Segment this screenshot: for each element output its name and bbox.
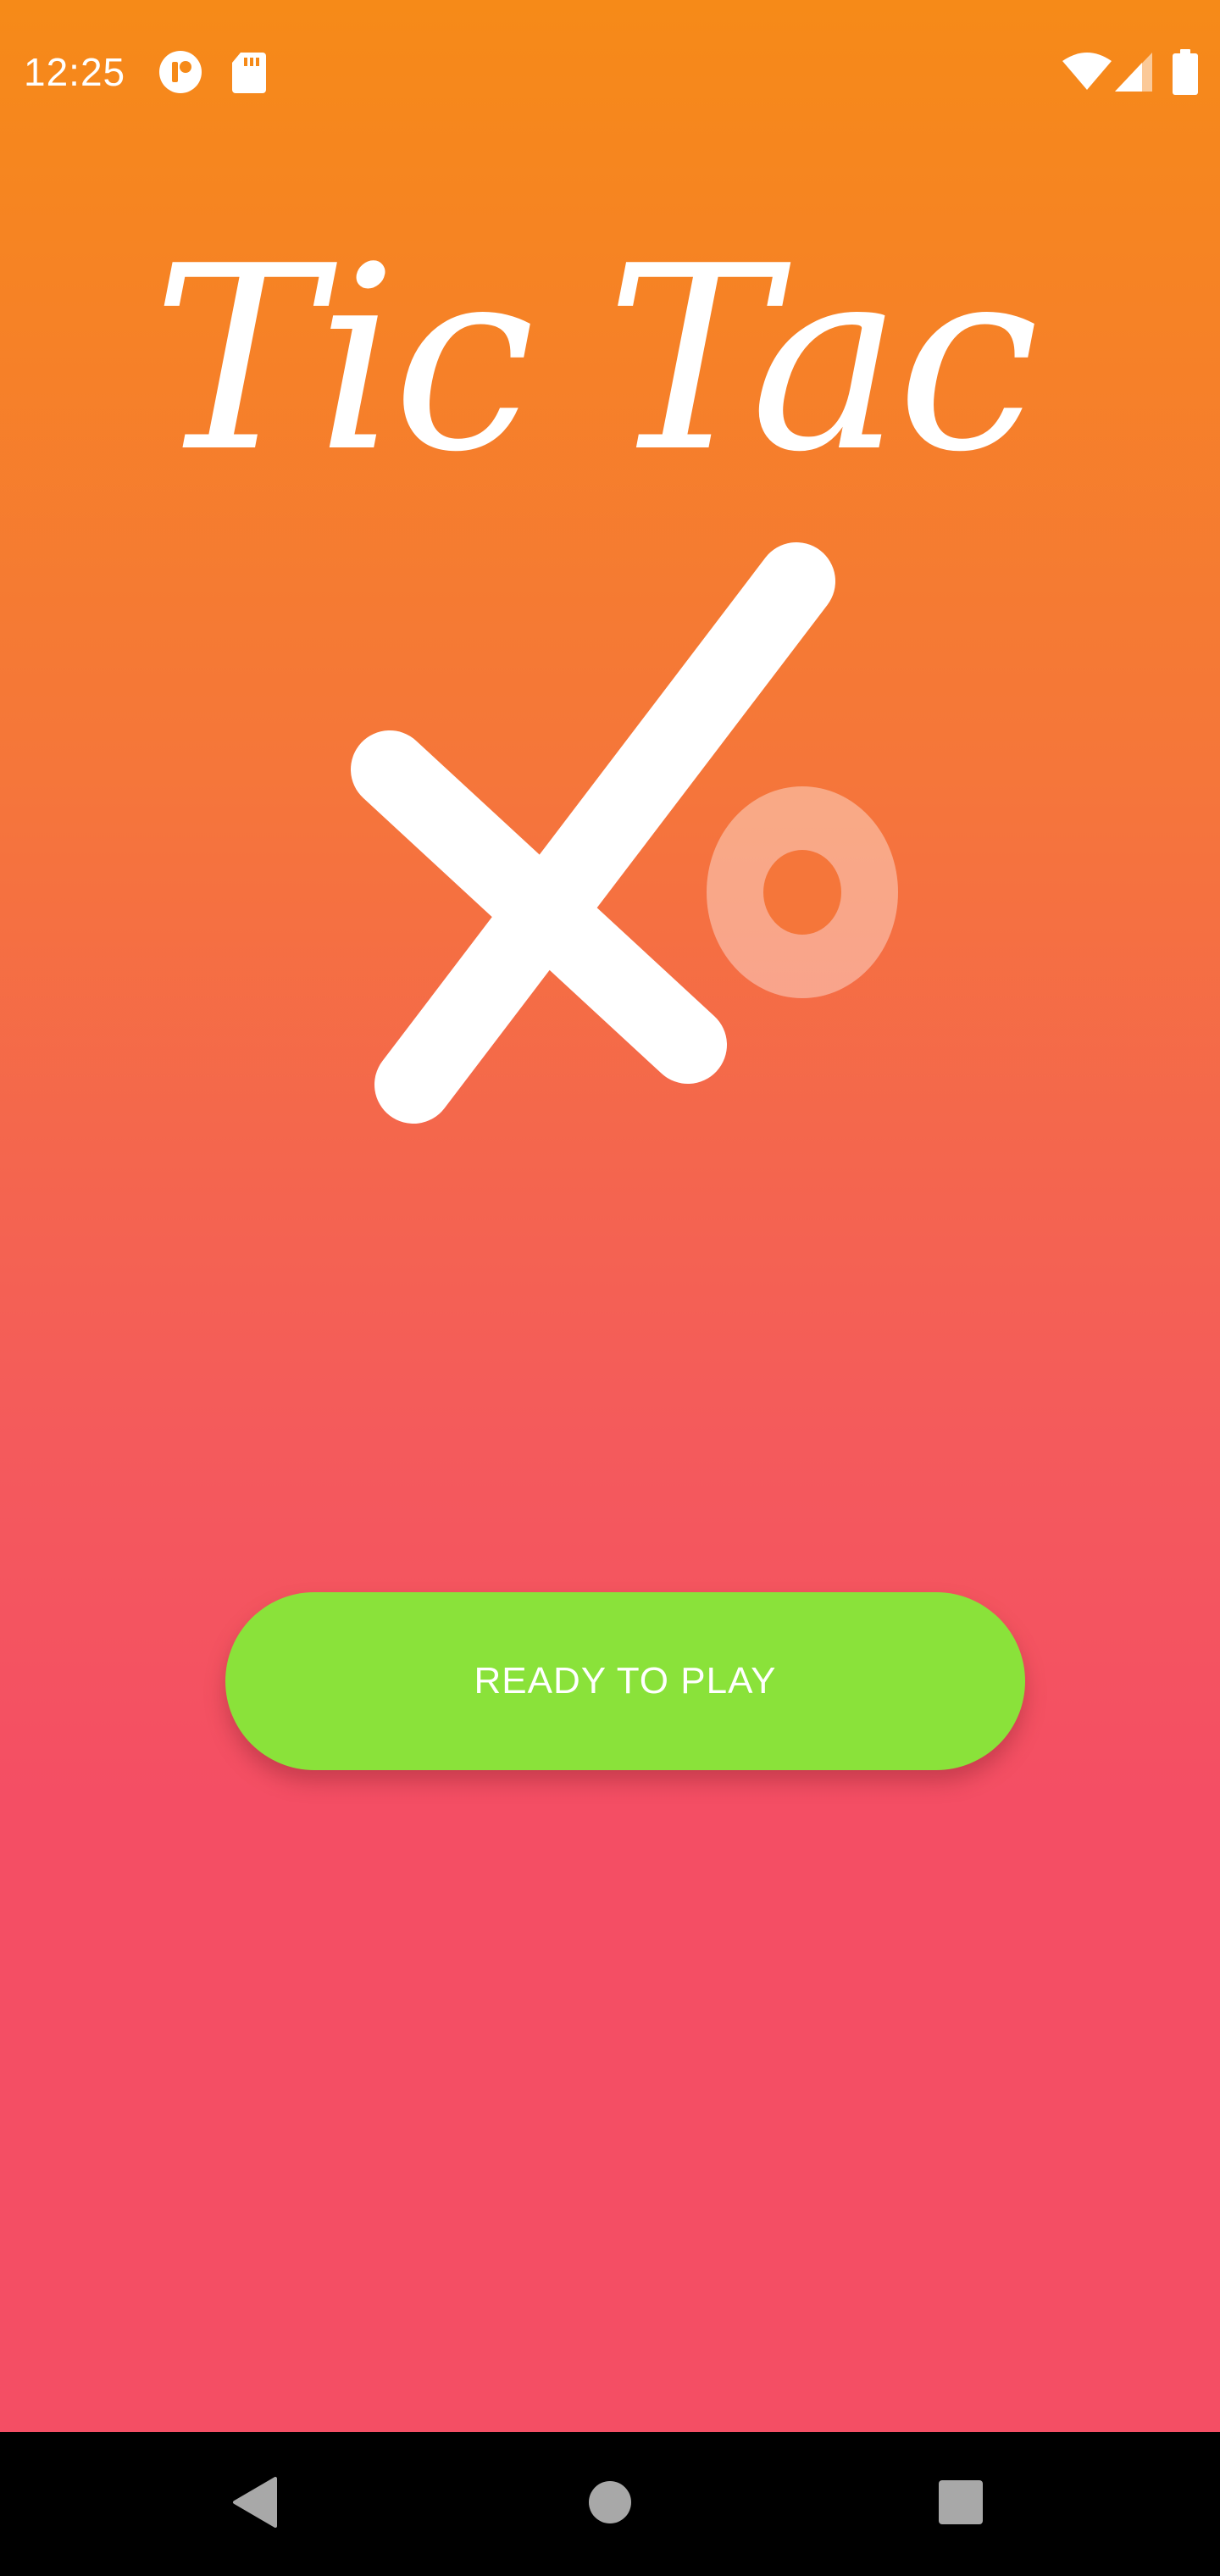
x-o-logo-icon <box>339 534 932 1144</box>
ready-to-play-button[interactable]: READY TO PLAY <box>225 1592 1025 1770</box>
status-bar: 12:25 <box>0 0 1220 144</box>
home-icon <box>587 2479 633 2529</box>
back-button[interactable] <box>169 2432 339 2576</box>
recents-icon <box>938 2479 984 2529</box>
sd-card-icon <box>230 51 266 97</box>
status-time: 12:25 <box>24 50 126 94</box>
home-button[interactable] <box>525 2432 695 2576</box>
splash-screen: 12:25 Tic Tac READY TO PLAY <box>0 0 1220 2576</box>
recents-button[interactable] <box>876 2432 1045 2576</box>
media-app-icon <box>158 49 203 99</box>
ready-to-play-label: READY TO PLAY <box>474 1660 777 1702</box>
back-icon <box>231 2476 277 2532</box>
battery-icon <box>1173 49 1198 99</box>
app-title: Tic Tac <box>152 212 1039 508</box>
wifi-icon <box>1062 53 1112 96</box>
navigation-bar <box>0 2432 1220 2576</box>
cell-signal-icon <box>1115 53 1152 96</box>
